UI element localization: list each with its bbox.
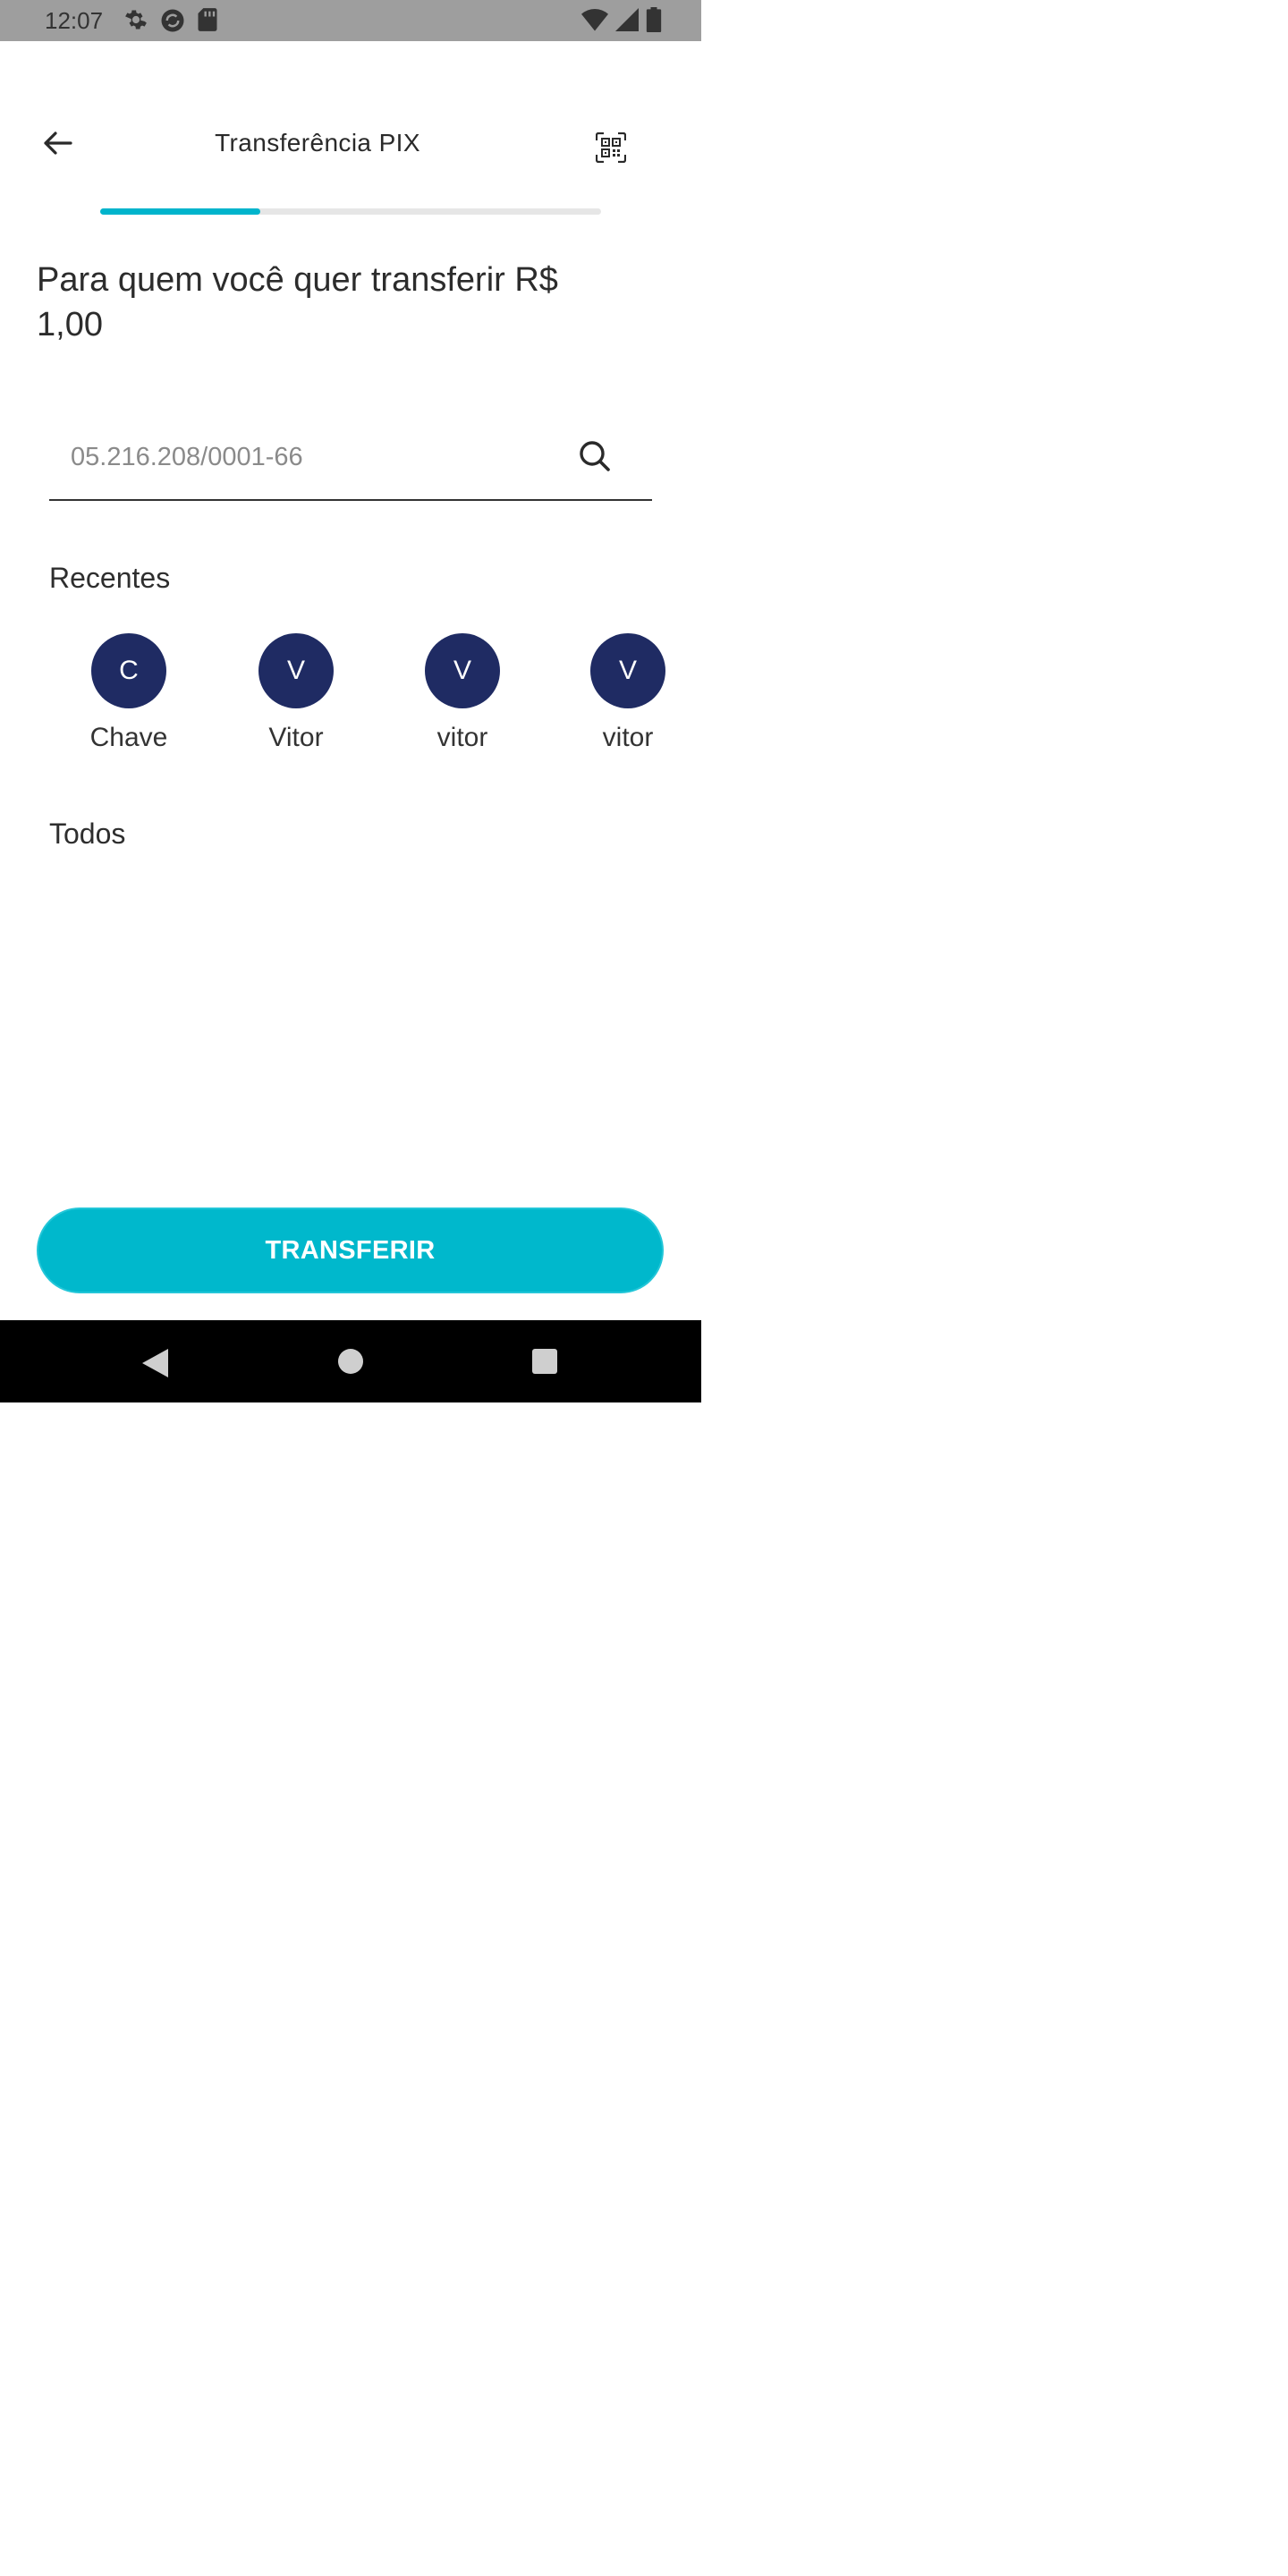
sd-card-icon [198,8,217,31]
search-field [49,420,652,501]
recent-contact-vitor-3[interactable]: V vitor [556,633,699,753]
transfer-prompt-amount: 1,00 [37,306,103,343]
progress-bar [100,208,601,215]
nav-home-icon[interactable] [338,1349,363,1374]
transfer-button[interactable]: TRANSFERIR [37,1208,664,1293]
status-bar: 12:07 [0,0,701,41]
nav-recents-icon[interactable] [532,1349,557,1374]
recents-list: C Chave V Vitor V vitor V vitor [0,633,701,758]
gear-icon [125,10,147,30]
app-header: Transferência PIX [0,107,701,179]
qr-code-scan-icon [596,132,626,163]
wifi-icon [581,9,608,31]
avatar: C [91,633,166,708]
recent-contact-vitor[interactable]: V Vitor [225,633,368,753]
battery-icon [646,7,662,32]
status-icons-right [581,7,662,32]
avatar: V [425,633,500,708]
contact-name: Chave [89,723,168,752]
page-title: Transferência PIX [215,129,420,157]
sync-icon [161,9,184,32]
all-contacts-title: Todos [49,818,126,850]
qr-scan-button[interactable] [590,127,631,168]
transfer-prompt-line-1: Para quem você quer transferir R$ [37,261,558,299]
system-navigation-bar [0,1320,701,1402]
nav-back-icon[interactable] [140,1347,170,1379]
transfer-prompt: Para quem você quer transferir R$ 1,00 [37,258,663,347]
status-time: 12:07 [45,7,104,34]
contact-name: vitor [436,723,488,752]
signal-icon [615,8,639,31]
avatar: V [258,633,334,708]
status-icons-left [123,7,218,34]
recent-contact-vitor-2[interactable]: V vitor [391,633,534,753]
contact-name: Vitor [268,723,324,752]
avatar: V [590,633,665,708]
contact-name: vitor [602,723,654,752]
progress-bar-fill [100,208,261,215]
recents-title: Recentes [49,562,171,594]
search-icon [580,441,610,471]
recent-contact-chave[interactable]: C Chave [57,633,200,753]
search-input[interactable] [69,438,555,476]
search-button[interactable] [575,436,614,476]
